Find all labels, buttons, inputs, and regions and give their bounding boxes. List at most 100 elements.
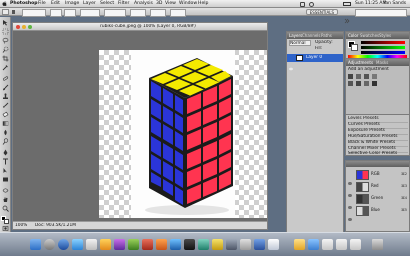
marquee-tool-icon[interactable] [2,28,9,35]
calendar-icon[interactable] [86,239,97,250]
downloads-stack-icon[interactable] [268,239,279,250]
close-window-button[interactable] [16,24,20,29]
options-field-7[interactable] [150,9,166,17]
vibrance-icon[interactable] [348,81,353,86]
menu-layer[interactable]: Layer [83,1,96,7]
minimize-window-button[interactable] [22,24,26,29]
options-field-3[interactable] [64,9,76,17]
textedit-icon[interactable] [240,239,251,250]
safari-icon[interactable] [58,239,69,250]
layer-name[interactable]: Layer 0 [306,55,322,61]
channel-visibility-eye-icon[interactable] [347,195,353,209]
tab-paths[interactable]: Paths [321,33,332,39]
tab-adjustments[interactable]: Adjustments [348,60,373,66]
documents-folder-icon[interactable] [294,239,305,250]
tab-styles[interactable]: Styles [379,33,391,39]
window-thumbnail-icon[interactable] [336,239,347,250]
menu-3d[interactable]: 3D [156,1,162,7]
color-balance-icon[interactable] [364,81,369,86]
tool-preset-picker[interactable] [2,9,9,15]
document-size[interactable]: Doc: 903.5K/1.21M [35,223,76,229]
rubiks-cube-image[interactable] [131,50,235,218]
blur-tool-icon[interactable] [2,129,9,136]
hue-saturation-icon[interactable] [356,81,361,86]
history-brush-tool-icon[interactable] [2,102,9,109]
layer-row[interactable]: Layer 0 [287,54,343,71]
red-slider[interactable] [361,41,405,44]
blend-mode-select[interactable]: Normal [289,40,311,46]
clone-stamp-tool-icon[interactable] [2,93,9,100]
finder-icon[interactable] [30,239,41,250]
app-menu[interactable]: Photoshop [10,1,38,7]
options-field-6[interactable] [130,9,146,17]
menubar-user[interactable]: Ian Sands [384,1,406,7]
healing-brush-tool-icon[interactable] [2,75,9,82]
eyedropper-tool-icon[interactable] [2,64,9,71]
system-preferences-icon[interactable] [44,239,55,250]
options-field-4[interactable] [80,9,100,17]
tab-layers[interactable]: Layers [289,33,302,39]
zoom-window-button[interactable] [28,24,32,29]
dodge-tool-icon[interactable] [2,138,9,145]
black-white-icon[interactable] [372,81,377,86]
options-field-2[interactable] [50,9,62,17]
shape-tool-icon[interactable] [2,176,9,183]
options-field-8[interactable] [170,9,186,17]
channel-row-blue[interactable]: Blue ⌘5 [347,205,409,221]
quick-mask-icon[interactable] [2,225,9,232]
options-field-1[interactable] [22,9,46,17]
apple-menu-icon[interactable] [2,0,7,7]
hand-tool-icon[interactable] [2,196,9,203]
battery-icon[interactable] [343,2,351,6]
green-slider[interactable] [361,46,405,49]
3d-rotate-tool-icon[interactable] [2,187,9,194]
color-background-swatch[interactable] [351,44,358,51]
mail-icon[interactable] [72,239,83,250]
photoshop-icon[interactable] [170,239,181,250]
quick-selection-tool-icon[interactable] [2,46,9,53]
brightness-contrast-icon[interactable] [348,74,353,79]
window-thumbnail-icon[interactable] [350,239,361,250]
menu-window[interactable]: Window [179,1,197,7]
crop-tool-icon[interactable] [2,55,9,62]
app-icon[interactable] [142,239,153,250]
channel-visibility-eye-icon[interactable] [347,171,353,185]
ichat-icon[interactable] [100,239,111,250]
menu-file[interactable]: File [38,1,46,7]
path-selection-tool-icon[interactable] [2,167,9,174]
workspace-switcher[interactable]: ESSENTIALS [305,9,338,15]
blue-slider[interactable] [361,51,405,54]
tab-masks[interactable]: Masks [376,60,388,66]
channel-visibility-eye-icon[interactable] [347,183,353,197]
iphoto-icon[interactable] [128,239,139,250]
tab-color[interactable]: Color [348,33,358,39]
chevron-right-icon[interactable] [344,9,350,24]
channel-row-green[interactable]: Green ⌘4 [347,193,409,209]
app-store-icon[interactable] [254,239,265,250]
type-tool-icon[interactable] [2,158,9,165]
itunes-icon[interactable] [114,239,125,250]
channel-visibility-eye-icon[interactable] [347,207,353,221]
levels-icon[interactable] [356,74,361,79]
window-thumbnail-icon[interactable] [322,239,333,250]
pen-tool-icon[interactable] [2,149,9,156]
menubar-clock[interactable]: Sun 11:25 AM [355,1,386,7]
preview-icon[interactable] [226,239,237,250]
menu-filter[interactable]: Filter [118,1,129,7]
dreamweaver-icon[interactable] [198,239,209,250]
eraser-tool-icon[interactable] [2,111,9,118]
notes-icon[interactable] [212,239,223,250]
exposure-icon[interactable] [372,74,377,79]
preset-selective-color[interactable]: Selective Color Presets [348,151,408,157]
brush-tool-icon[interactable] [2,84,9,91]
layer-visibility-eye-icon[interactable] [288,56,294,71]
channel-row-rgb[interactable]: RGB ⌘2 [347,169,409,185]
move-tool-icon[interactable] [2,19,9,26]
curves-icon[interactable] [364,74,369,79]
menu-view[interactable]: View [165,1,176,7]
illustrator-icon[interactable] [156,239,167,250]
menu-image[interactable]: Image [65,1,79,7]
tab-swatches[interactable]: Swatches [360,33,379,39]
canvas-area[interactable] [13,31,267,221]
time-machine-icon[interactable] [309,1,314,7]
